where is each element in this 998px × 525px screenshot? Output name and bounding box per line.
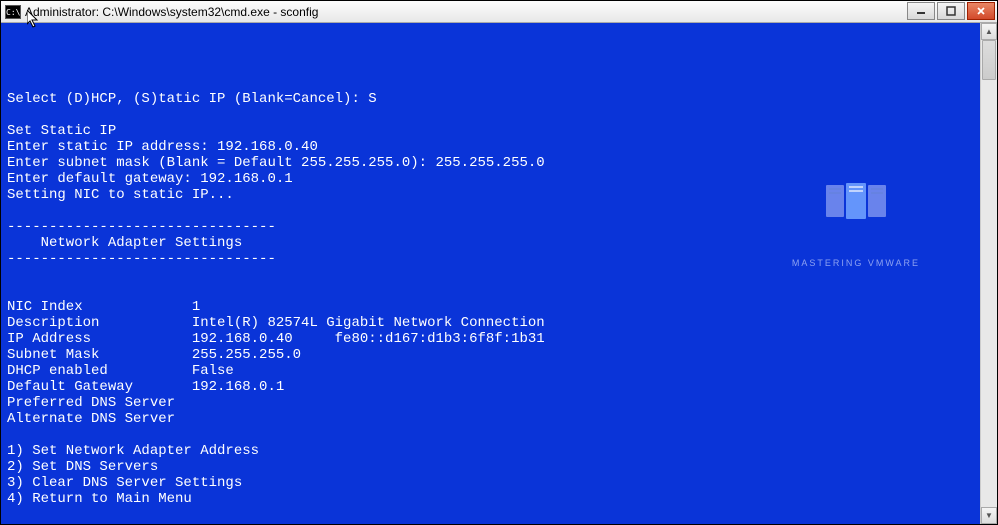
terminal-line: Select (D)HCP, (S)tatic IP (Blank=Cancel… (7, 91, 974, 107)
terminal-line: -------------------------------- (7, 251, 974, 267)
minimize-button[interactable] (907, 2, 935, 20)
terminal-line: -------------------------------- (7, 219, 974, 235)
terminal-line: Subnet Mask 255.255.255.0 (7, 347, 974, 363)
terminal-line: Enter default gateway: 192.168.0.1 (7, 171, 974, 187)
terminal-line: Alternate DNS Server (7, 411, 974, 427)
terminal-line (7, 283, 974, 299)
terminal-line (7, 507, 974, 523)
terminal-line: 4) Return to Main Menu (7, 491, 974, 507)
terminal-line (7, 107, 974, 123)
terminal-line: Default Gateway 192.168.0.1 (7, 379, 974, 395)
terminal-line: NIC Index 1 (7, 299, 974, 315)
terminal-line: DHCP enabled False (7, 363, 974, 379)
terminal-line: Set Static IP (7, 123, 974, 139)
terminal-line: 1) Set Network Adapter Address (7, 443, 974, 459)
vertical-scrollbar[interactable]: ▲ ▼ (980, 23, 997, 524)
terminal-line: Enter subnet mask (Blank = Default 255.2… (7, 155, 974, 171)
terminal-line: 3) Clear DNS Server Settings (7, 475, 974, 491)
maximize-button[interactable] (937, 2, 965, 20)
scroll-thumb[interactable] (982, 40, 996, 80)
terminal-line (7, 203, 974, 219)
terminal-line (7, 523, 974, 524)
scroll-up-button[interactable]: ▲ (981, 23, 997, 40)
terminal-line: Preferred DNS Server (7, 395, 974, 411)
terminal-line: Setting NIC to static IP... (7, 187, 974, 203)
terminal-line (7, 75, 974, 91)
terminal-line (7, 427, 974, 443)
terminal-line: Enter static IP address: 192.168.0.40 (7, 139, 974, 155)
terminal-line: Description Intel(R) 82574L Gigabit Netw… (7, 315, 974, 331)
scroll-down-button[interactable]: ▼ (981, 507, 997, 524)
close-button[interactable] (967, 2, 995, 20)
terminal-line: Network Adapter Settings (7, 235, 974, 251)
terminal-line (7, 267, 974, 283)
terminal-output[interactable]: MASTERING VMWARE Select (D)HCP, (S)tatic… (1, 23, 980, 524)
window-title: Administrator: C:\Windows\system32\cmd.e… (25, 5, 318, 19)
scroll-track[interactable] (981, 40, 997, 507)
terminal-line: 2) Set DNS Servers (7, 459, 974, 475)
window-titlebar: C:\ Administrator: C:\Windows\system32\c… (1, 1, 997, 23)
terminal-line: IP Address 192.168.0.40 fe80::d167:d1b3:… (7, 331, 974, 347)
app-icon: C:\ (5, 5, 21, 19)
mouse-cursor-icon (27, 10, 43, 30)
